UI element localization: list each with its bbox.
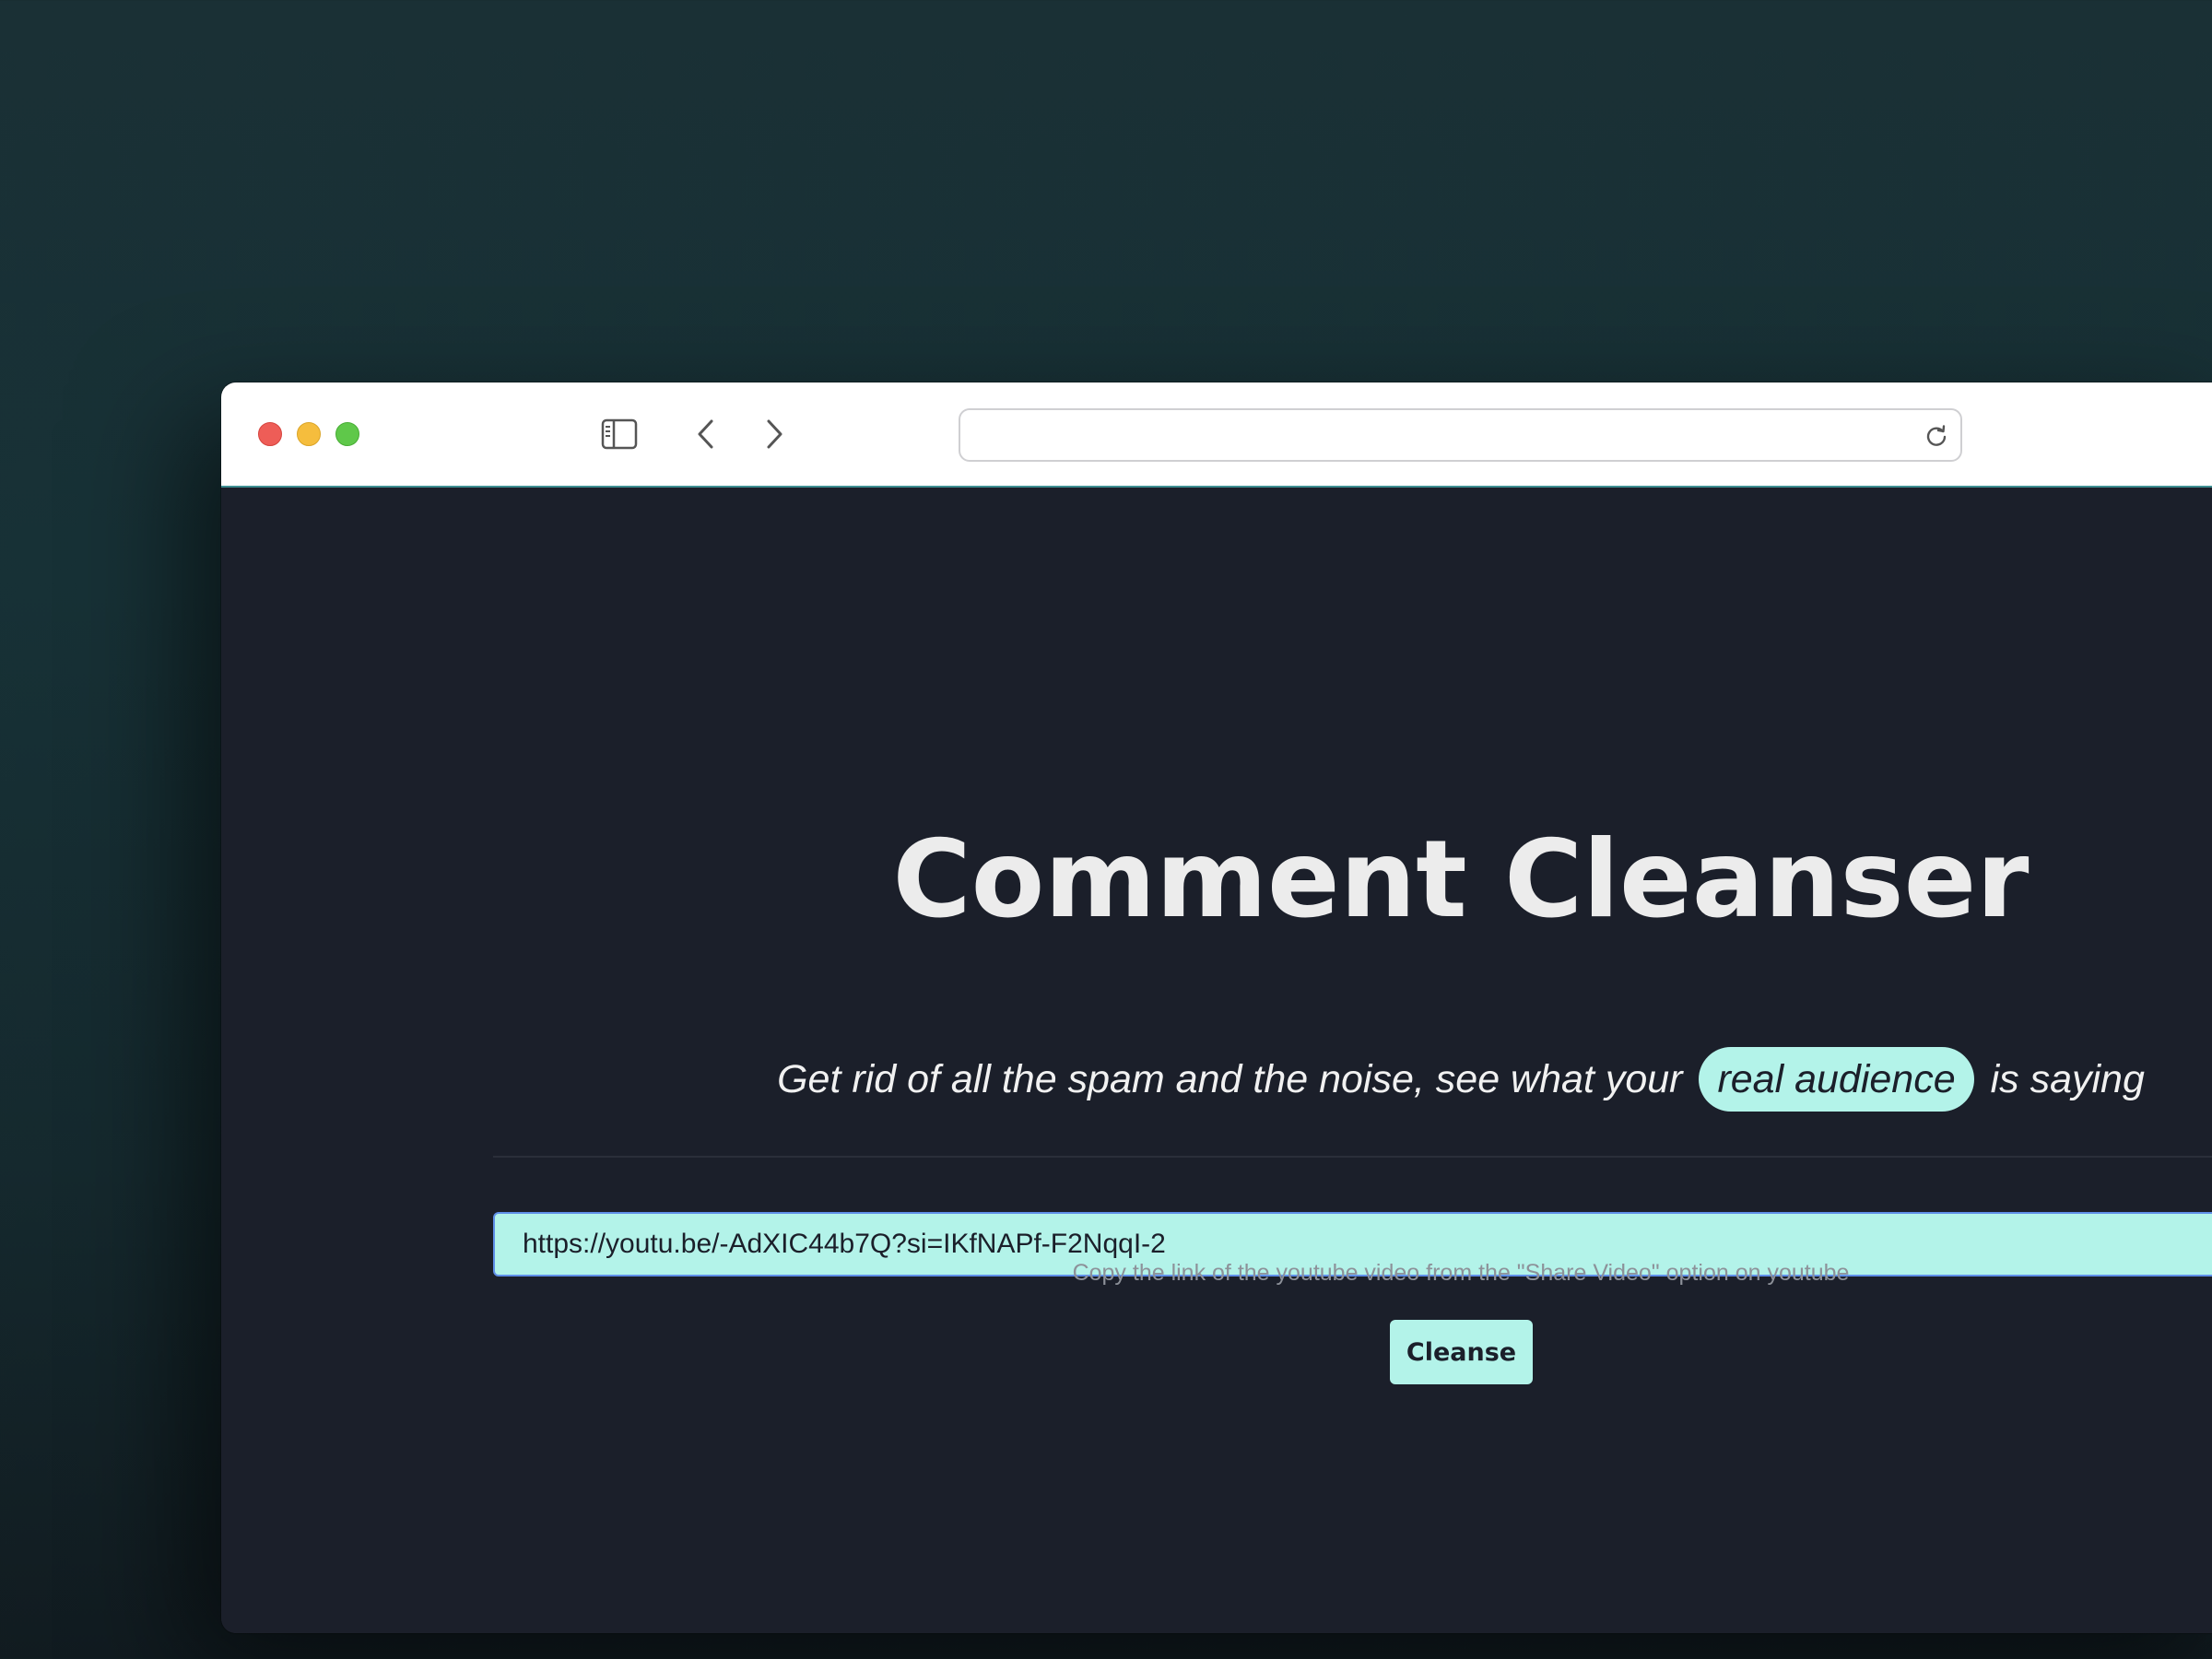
forward-chevron-icon[interactable] [756,416,793,453]
divider [493,1156,2212,1158]
close-window-button[interactable] [258,422,282,446]
page-title: Comment Cleanser [892,818,2030,942]
browser-window: Comment Cleanser Get rid of all the spam… [221,382,2212,1633]
page-content: Comment Cleanser Get rid of all the spam… [221,488,2212,1633]
reload-icon[interactable] [1924,423,1949,449]
subtitle-highlight: real audience [1699,1047,1974,1112]
zoom-window-button[interactable] [335,422,359,446]
minimize-window-button[interactable] [297,422,321,446]
cleanse-button[interactable]: Cleanse [1390,1320,1533,1384]
address-bar[interactable] [959,408,1962,462]
subtitle-text-before: Get rid of all the spam and the noise, s… [777,1057,1683,1101]
subtitle-text-after: is saying [1990,1057,2145,1101]
page-subtitle: Get rid of all the spam and the noise, s… [221,1046,2212,1112]
browser-toolbar [221,382,2212,488]
input-hint: Copy the link of the youtube video from … [1072,1260,1850,1286]
sidebar-icon[interactable] [601,416,638,453]
back-chevron-icon[interactable] [688,416,724,453]
